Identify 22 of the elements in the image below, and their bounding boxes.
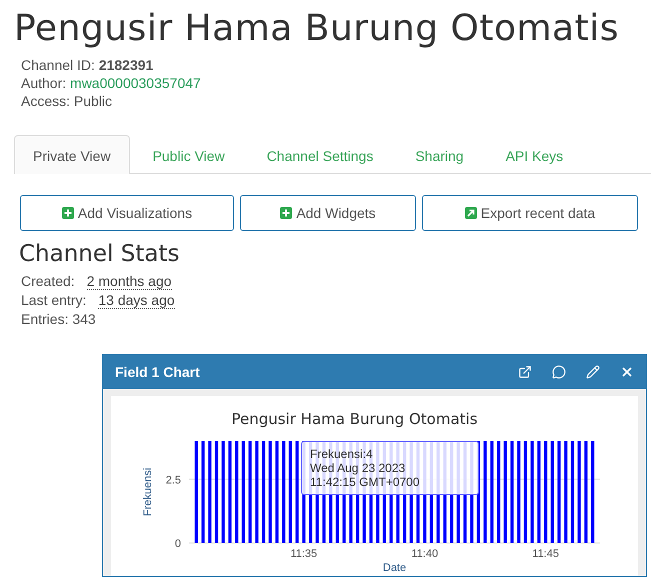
created-label: Created: [21,273,75,290]
entries-text: Entries: 343 [21,311,96,327]
panel-title: Field 1 Chart [115,364,201,380]
x-tick-label: 11:35 [290,548,318,560]
x-tick-label: 11:45 [532,548,559,560]
x-tick-label: 11:40 [411,548,438,560]
tooltip-text: Frekuensi:4 [310,447,374,461]
channel-id: Channel ID: 2182391 [21,57,154,73]
last-entry-label: Last entry: [21,292,86,309]
y-axis-label: Frekuensi [142,468,154,516]
tooltip-text: Wed Aug 23 2023 [310,461,406,475]
created-value: 2 months ago [86,273,172,290]
section-heading: Channel Stats [19,241,180,267]
page-title: Pengusir Hama Burung Otomatis [14,8,620,49]
chart-title: Pengusir Hama Burung Otomatis [231,410,478,428]
access-text: Access: Public [21,93,114,109]
y-tick-label: 2.5 [166,474,181,486]
x-axis-label: Date [382,562,406,573]
last-entry-value: 13 days ago [98,292,175,309]
author-label: Author: [21,75,68,91]
y-tick-label: 0 [174,538,181,550]
tooltip-text: 11:42:15 GMT+0700 [310,475,421,489]
